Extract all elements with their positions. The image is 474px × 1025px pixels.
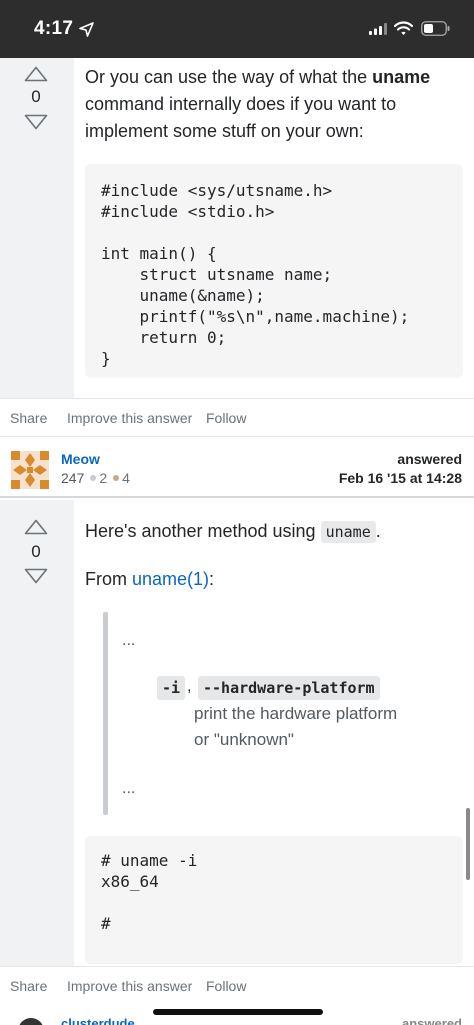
silver-badge-icon [90, 475, 97, 482]
inline-code: uname [320, 521, 376, 543]
author-name[interactable]: Meow [61, 451, 100, 467]
upvote-icon[interactable] [24, 66, 48, 82]
code-block: # uname -i x86_64 # [85, 836, 463, 964]
from-reference-text: From uname(1): [85, 569, 215, 589]
follow-link[interactable]: Follow [206, 978, 246, 994]
quote-ellipsis-top: ... [122, 632, 136, 649]
blockquote-bar [103, 612, 108, 815]
flag-long: --hardware-platform [198, 676, 380, 700]
share-link[interactable]: Share [10, 410, 47, 426]
flag-short: -i [157, 676, 186, 700]
vote-gutter [0, 58, 74, 398]
bronze-badge-icon [113, 475, 120, 482]
next-answered-label: answered [402, 1016, 462, 1025]
downvote-icon[interactable] [24, 568, 48, 584]
vote-count: 0 [31, 542, 41, 561]
flag-description-line2: or "unknown" [194, 730, 294, 749]
next-author-name[interactable]: clusterdude [61, 1016, 135, 1025]
vote-count: 0 [31, 87, 41, 106]
answer-body-text: Or you can use the way of what the uname… [85, 67, 431, 141]
answered-date: Feb 16 '15 at 14:28 [338, 470, 462, 486]
answer-intro-text: Here's another method using uname. [85, 521, 381, 543]
location-arrow-icon [79, 22, 94, 37]
author-reputation: 247 2 4 [61, 470, 130, 486]
answered-label: answered [397, 451, 462, 467]
scrollbar[interactable] [466, 808, 470, 880]
quote-ellipsis-bottom: ... [122, 780, 136, 797]
share-link[interactable]: Share [10, 978, 47, 994]
status-bar: 4:17 [0, 0, 474, 58]
downvote-icon[interactable] [24, 114, 48, 130]
next-author-avatar [18, 1018, 44, 1025]
flag-separator: , [187, 678, 192, 695]
uname-manpage-link[interactable]: uname(1) [132, 569, 209, 589]
home-indicator[interactable] [153, 1009, 323, 1015]
post-actions: Share Improve this answer Follow [0, 398, 474, 434]
cellular-signal-icon [369, 23, 387, 35]
battery-icon [421, 21, 450, 36]
code-block: #include <sys/utsname.h> #include <stdio… [85, 164, 463, 378]
post-actions: Share Improve this answer Follow [0, 966, 474, 1002]
follow-link[interactable]: Follow [206, 410, 246, 426]
improve-answer-link[interactable]: Improve this answer [67, 978, 192, 994]
status-time: 4:17 [34, 18, 74, 39]
improve-answer-link[interactable]: Improve this answer [67, 410, 192, 426]
flag-description-line1: print the hardware platform [194, 704, 398, 723]
upvote-icon[interactable] [24, 519, 48, 535]
user-card: Meow 247 2 4 answered Feb 16 '15 at 14:28 [0, 436, 474, 498]
avatar[interactable] [11, 451, 49, 489]
wifi-icon [394, 21, 413, 35]
uname-bold: uname [372, 67, 431, 87]
